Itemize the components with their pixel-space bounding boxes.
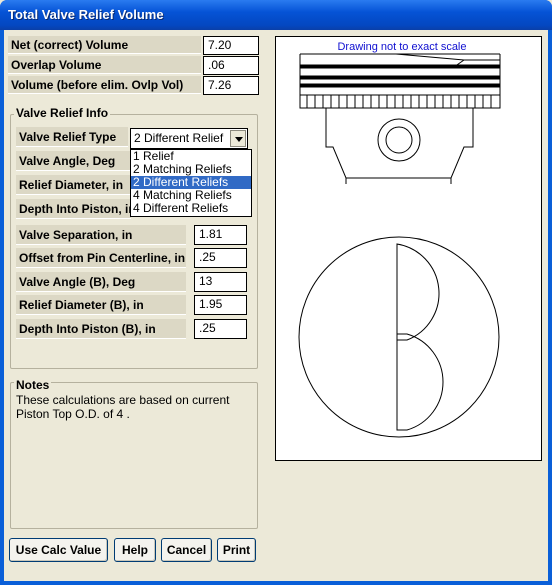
- drawing-caption: Drawing not to exact scale: [337, 41, 466, 53]
- dialog-window: Total Valve Relief Volume Net (correct) …: [0, 0, 552, 585]
- help-button[interactable]: Help: [114, 538, 156, 562]
- relief-diameter-label: Relief Diameter, in: [16, 175, 131, 195]
- volume-before-elim-label: Volume (before elim. Ovlp Vol): [8, 76, 201, 94]
- print-button[interactable]: Print: [217, 538, 256, 562]
- overlap-volume-label: Overlap Volume: [8, 56, 201, 74]
- notes-title: Notes: [14, 378, 52, 392]
- offset-pin-centerline-field[interactable]: .25: [194, 248, 247, 268]
- depth-into-piston-b-field[interactable]: .25: [194, 319, 247, 339]
- overlap-volume-field[interactable]: .06: [203, 56, 259, 75]
- piston-drawing: Drawing not to exact scale: [298, 41, 501, 438]
- valve-relief-type-value: 2 Different Relief: [134, 131, 224, 145]
- offset-pin-centerline-label: Offset from Pin Centerline, in: [16, 248, 186, 268]
- cancel-button[interactable]: Cancel: [161, 538, 212, 562]
- notes-text: These calculations are based on current …: [16, 393, 230, 421]
- dropdown-option-4-different[interactable]: 4 Different Reliefs: [131, 202, 251, 215]
- valve-relief-type-select[interactable]: 2 Different Relief: [130, 128, 248, 149]
- piston-top-view: [298, 236, 500, 438]
- depth-into-piston-b-label: Depth Into Piston (B), in: [16, 319, 186, 339]
- dialog-client-area: Net (correct) Volume 7.20 Overlap Volume…: [4, 30, 548, 581]
- title-bar[interactable]: Total Valve Relief Volume: [0, 0, 552, 30]
- volume-before-elim-field[interactable]: 7.26: [203, 76, 259, 95]
- valve-separation-field[interactable]: 1.81: [194, 225, 247, 245]
- chevron-down-icon[interactable]: [230, 130, 246, 147]
- valve-relief-type-dropdown[interactable]: 1 Relief 2 Matching Reliefs 2 Different …: [130, 149, 252, 217]
- valve-separation-label: Valve Separation, in: [16, 225, 186, 245]
- relief-diameter-b-label: Relief Diameter (B), in: [16, 295, 186, 315]
- valve-angle-b-field[interactable]: 13: [194, 272, 247, 292]
- net-volume-label: Net (correct) Volume: [8, 36, 201, 54]
- valve-angle-b-label: Valve Angle (B), Deg: [16, 272, 186, 292]
- use-calc-value-button[interactable]: Use Calc Value: [9, 538, 108, 562]
- valve-relief-info-title: Valve Relief Info: [14, 106, 111, 120]
- depth-into-piston-label: Depth Into Piston, in: [16, 199, 131, 219]
- valve-relief-type-label: Valve Relief Type: [16, 127, 128, 147]
- relief-diameter-b-field[interactable]: 1.95: [194, 295, 247, 315]
- net-volume-field[interactable]: 7.20: [203, 36, 259, 55]
- piston-drawing-panel: Drawing not to exact scale: [275, 36, 542, 461]
- valve-angle-label: Valve Angle, Deg: [16, 151, 131, 171]
- window-title: Total Valve Relief Volume: [8, 7, 164, 22]
- piston-side-view: [299, 53, 501, 184]
